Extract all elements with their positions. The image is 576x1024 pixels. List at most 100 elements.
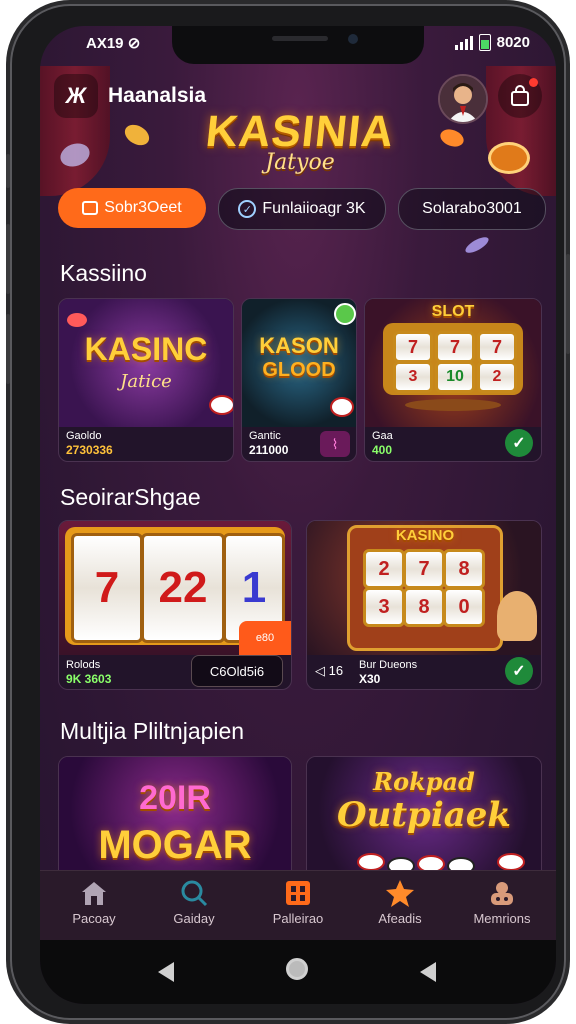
corner-badge: e80 — [239, 621, 291, 655]
game-art-title: Rokpad — [373, 767, 475, 796]
game-art-title: SLOT — [431, 303, 475, 320]
logo-title: KASINIA — [203, 107, 397, 156]
game-card[interactable]: Rokpad Outpiaek — [306, 756, 542, 888]
tab-search[interactable]: Gaiday — [144, 877, 244, 926]
graph-icon[interactable]: ⌇ — [320, 431, 350, 457]
game-art-subtitle: Jatice — [120, 371, 172, 392]
slot-icon — [286, 881, 310, 905]
chip-decor — [334, 303, 356, 325]
check-circle-icon: ✓ — [238, 200, 257, 218]
chip-decor — [121, 120, 153, 150]
filter-chip-1[interactable]: Sobr3Oeet — [58, 188, 206, 228]
tab-label: Palleirao — [272, 911, 324, 926]
slot-reel: 22 — [141, 533, 225, 643]
status-right-text: 8020 — [496, 34, 530, 51]
check-icon[interactable]: ✓ — [505, 429, 533, 457]
slot-reel: 0 — [443, 587, 485, 627]
game-art-title: KASON — [259, 333, 339, 358]
check-icon[interactable]: ✓ — [505, 657, 533, 685]
home-button-icon[interactable] — [286, 958, 308, 980]
profile-icon — [491, 882, 513, 905]
power-button — [566, 254, 570, 354]
game-value: 211000 — [249, 443, 289, 457]
signal-icon — [454, 35, 473, 50]
tab-profile[interactable]: Memrions — [452, 877, 552, 926]
game-value: 9K 3603 — [66, 672, 112, 686]
tab-label: Pacoay — [72, 911, 116, 926]
filter-chip-label: Solarabo3001 — [422, 200, 522, 217]
section-title: SeoirarShgae — [60, 484, 201, 510]
game-card[interactable]: SLOT 7 7 7 3 10 2 Gaa 400 ✓ — [364, 298, 542, 462]
speaker — [272, 36, 328, 41]
tab-slots[interactable]: Palleirao — [248, 877, 348, 926]
slot-reel: 3 — [363, 587, 405, 627]
play-button[interactable]: C6Old5i6 — [191, 655, 283, 687]
tab-label: Afeadis — [378, 911, 422, 926]
chip-decor — [497, 853, 525, 871]
avatar-icon — [440, 76, 486, 122]
chip-decor — [209, 395, 233, 415]
slot-reel: 2 — [363, 549, 405, 589]
game-card[interactable]: KASINO 2 7 8 3 8 0 ◁ 16 Bur Dueons X30 ✓ — [306, 520, 542, 690]
notifications-button[interactable] — [498, 74, 542, 118]
slot-reel: 3 — [393, 361, 433, 393]
menu-button[interactable]: Ж — [54, 74, 98, 118]
game-name: Bur Dueons — [359, 659, 418, 671]
mascot — [497, 591, 537, 641]
recent-apps-icon[interactable] — [420, 962, 436, 982]
game-art: 20IR MOGAR — [59, 757, 291, 887]
tab-home[interactable]: Pacoay — [44, 877, 144, 926]
game-value: 2730336 — [66, 443, 113, 457]
slot-reel: 7 — [403, 549, 445, 589]
chip-decor — [67, 313, 87, 327]
game-art-title: 20IR — [139, 779, 211, 817]
filter-chip-label: Sobr3Oeet — [104, 199, 182, 216]
slot-reel: 7 — [393, 331, 433, 363]
filter-chip-2[interactable]: ✓ Funlaiioagr 3K — [218, 188, 386, 230]
chip-decor — [488, 142, 530, 174]
slot-reel: 8 — [403, 587, 445, 627]
game-art-title: KASINO — [395, 527, 455, 544]
filter-bar: Sobr3Oeet ✓ Funlaiioagr 3K Solarabo3001 — [58, 188, 546, 230]
bag-icon — [82, 201, 99, 215]
bag-icon — [511, 85, 529, 106]
chip-decor — [437, 126, 467, 150]
game-art-title: KASINC — [84, 331, 208, 367]
game-card[interactable]: 20IR MOGAR — [58, 756, 292, 888]
game-prefix: ◁ 16 — [315, 663, 344, 678]
game-name: Rolods — [66, 659, 101, 671]
section-title: Kassiino — [60, 260, 147, 286]
brand-logo: KASINIA Jatyoe — [190, 107, 410, 180]
game-card[interactable]: KASINC Jatice Gaoldo 2730336 — [58, 298, 234, 462]
mute-switch — [6, 154, 10, 188]
status-time: AX19 ⊘ — [86, 35, 141, 52]
filter-chip-3[interactable]: Solarabo3001 — [398, 188, 546, 230]
bottom-tab-bar: Pacoay Gaiday Palleirao Afeadis Memrions — [40, 870, 556, 941]
system-nav-bar — [40, 940, 556, 1004]
slot-reel: 8 — [443, 549, 485, 589]
tab-label: Memrions — [473, 911, 531, 926]
volume-down-button — [6, 314, 10, 384]
game-art: KASINO 2 7 8 3 8 0 — [307, 521, 541, 655]
home-icon — [82, 882, 106, 905]
front-camera — [348, 34, 358, 44]
game-art-subtitle: MOGAR — [98, 823, 252, 867]
filter-chip-label: Funlaiioagr 3K — [262, 200, 366, 217]
tab-label: Gaiday — [173, 911, 215, 926]
notification-dot — [529, 78, 538, 87]
game-value: 400 — [372, 443, 393, 457]
game-card[interactable]: KASON GLOOD Gantic 211000 ⌇ — [241, 298, 357, 462]
avatar[interactable] — [438, 74, 488, 124]
menu-icon: Ж — [65, 83, 87, 108]
game-art: KASON GLOOD — [242, 299, 356, 427]
battery-icon — [478, 34, 491, 51]
chip-decor — [330, 397, 354, 417]
section-title: Multjia Pliltnjapien — [60, 718, 245, 744]
game-name: Gaoldo — [66, 430, 102, 442]
game-card[interactable]: 7 22 1 e80 Rolods 9K 3603 C6Old5i6 — [58, 520, 292, 690]
back-icon[interactable] — [158, 962, 174, 982]
tab-favorites[interactable]: Afeadis — [350, 877, 450, 926]
slot-reel: 10 — [435, 361, 475, 393]
chip-decor — [357, 853, 385, 871]
volume-up-button — [6, 224, 10, 294]
